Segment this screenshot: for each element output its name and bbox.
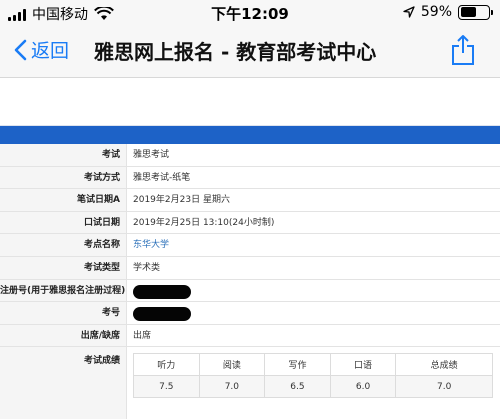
- scores-label: 考试成绩: [0, 347, 127, 419]
- detail-row-written-date: 笔试日期A 2019年2月23日 星期六: [0, 189, 500, 212]
- detail-label: 考试类型: [0, 256, 127, 279]
- score-value: 7.0: [198, 375, 266, 399]
- detail-row-registration-number: 注册号(用于雅思报名注册过程): [0, 279, 500, 303]
- detail-label: 口试日期: [0, 211, 127, 234]
- detail-value: [127, 302, 500, 324]
- detail-value: 2019年2月23日 星期六: [133, 195, 230, 206]
- detail-value: 学术类: [133, 262, 161, 273]
- scores-value-row: 7.5 7.0 6.5 6.0 7.0: [133, 375, 493, 399]
- redaction-mark: [133, 307, 191, 322]
- scores-area: 听力 阅读 写作 口语 总成绩 7.5 7.0 6.5 6.0 7.0: [127, 347, 500, 419]
- status-bar: 中国移动 下午12:09 59%: [0, 0, 500, 26]
- score-value: 6.0: [329, 375, 397, 399]
- battery-icon: [458, 4, 493, 20]
- detail-value: 出席: [133, 330, 152, 341]
- chevron-left-icon: [14, 39, 27, 60]
- detail-value: 雅思考试-纸笔: [133, 172, 191, 183]
- detail-label: 考点名称: [0, 234, 127, 256]
- web-content: 考试 雅思考试 考试方式 雅思考试-纸笔 笔试日期A 2019年2月23日 星期…: [0, 78, 500, 419]
- detail-row-candidate-number: 考号: [0, 302, 500, 325]
- navigation-bar: 返回 雅思网上报名 - 教育部考试中心: [0, 26, 500, 78]
- detail-label: 考号: [0, 302, 127, 324]
- redaction-mark: [133, 284, 191, 299]
- detail-label: 出席/缺席: [0, 324, 127, 347]
- detail-row-exam: 考试 雅思考试: [0, 144, 500, 167]
- scores-table: 听力 阅读 写作 口语 总成绩 7.5 7.0 6.5 6.0 7.0: [133, 353, 493, 399]
- test-center-link[interactable]: 东华大学: [127, 234, 500, 256]
- detail-row-exam-type: 考试类型 学术类: [0, 256, 500, 280]
- detail-label: 笔试日期A: [0, 189, 127, 211]
- score-header: 口语: [329, 353, 397, 377]
- screen: 中国移动 下午12:09 59% 返回 雅思网上报名 - 教育部考试中心 考试 …: [0, 0, 500, 419]
- page-title: 雅思网上报名 - 教育部考试中心: [94, 40, 377, 64]
- detail-label: 考试: [0, 144, 127, 166]
- score-value: 6.5: [264, 375, 331, 399]
- score-header: 写作: [264, 353, 331, 377]
- page-header-area: [0, 78, 500, 126]
- battery-fill: [460, 7, 477, 17]
- score-header: 阅读: [198, 353, 266, 377]
- score-header: 总成绩: [395, 353, 493, 377]
- detail-row-scores: 考试成绩 听力 阅读 写作 口语 总成绩 7.5 7.0 6.5 6.0 7.0: [0, 347, 500, 419]
- detail-label: 注册号(用于雅思报名注册过程): [0, 279, 127, 302]
- detail-value: [127, 280, 500, 302]
- section-header-bar: [0, 126, 500, 144]
- details-table: 考试 雅思考试 考试方式 雅思考试-纸笔 笔试日期A 2019年2月23日 星期…: [0, 144, 500, 419]
- scores-header-row: 听力 阅读 写作 口语 总成绩: [133, 353, 493, 377]
- location-arrow-icon: [403, 6, 415, 18]
- score-header: 听力: [133, 353, 200, 377]
- status-right: 59%: [403, 4, 493, 20]
- detail-value: 2019年2月25日 13:10(24小时制): [133, 217, 275, 228]
- detail-row-attendance: 出席/缺席 出席: [0, 324, 500, 348]
- detail-label: 考试方式: [0, 166, 127, 189]
- battery-percent: 59%: [420, 4, 452, 20]
- score-value: 7.5: [133, 375, 200, 399]
- detail-row-test-center: 考点名称 东华大学: [0, 234, 500, 257]
- detail-row-exam-mode: 考试方式 雅思考试-纸笔: [0, 166, 500, 190]
- back-label: 返回: [31, 40, 70, 62]
- detail-value: 雅思考试: [133, 150, 170, 160]
- detail-row-speaking-date: 口试日期 2019年2月25日 13:10(24小时制): [0, 211, 500, 235]
- share-icon[interactable]: [450, 34, 476, 66]
- score-value: 7.0: [395, 375, 493, 399]
- back-button[interactable]: 返回: [14, 36, 69, 63]
